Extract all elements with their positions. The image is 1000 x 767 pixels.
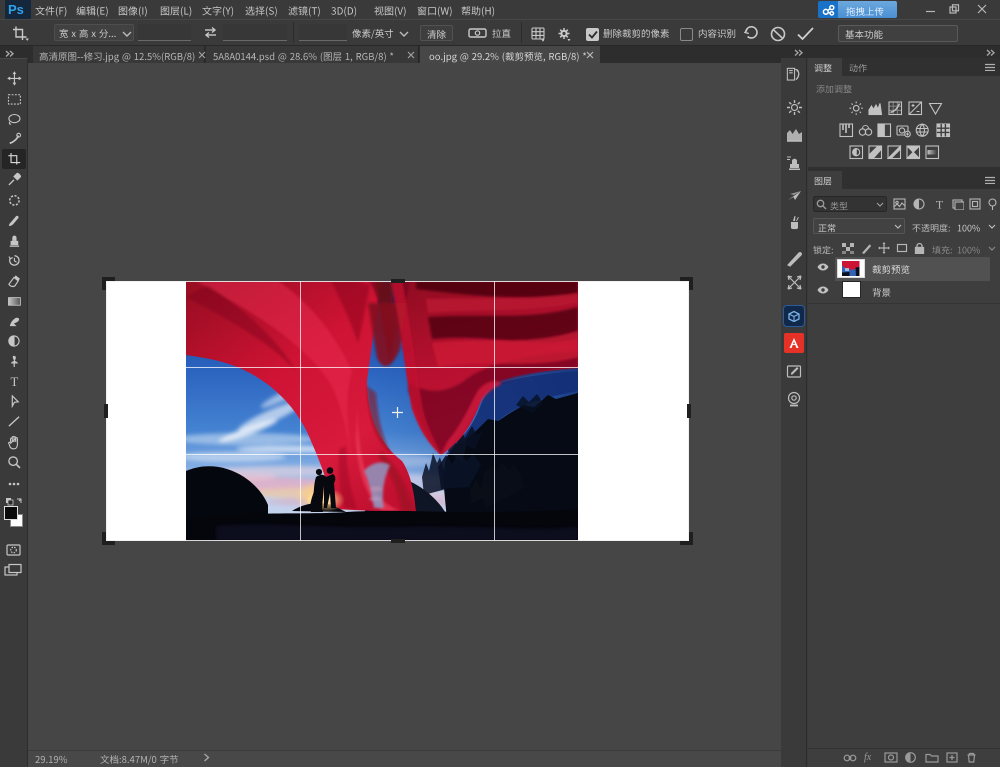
svg-text:T: T bbox=[11, 375, 19, 389]
svg-text:T: T bbox=[936, 198, 944, 210]
